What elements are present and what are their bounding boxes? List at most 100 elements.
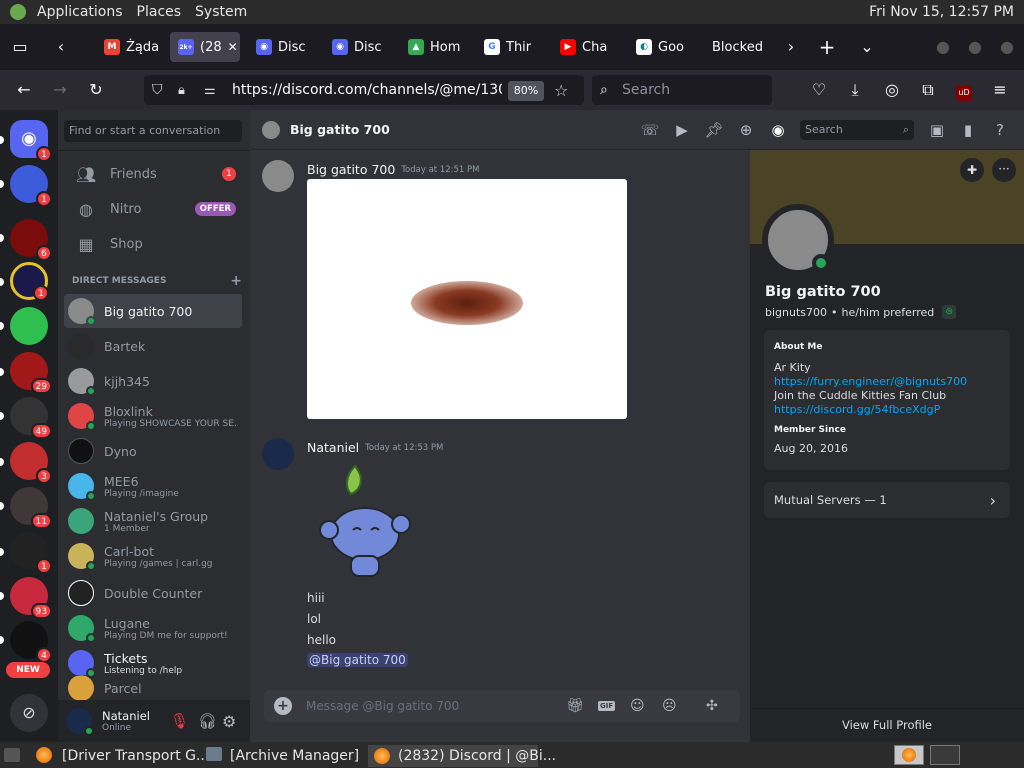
dm-item[interactable]: Dyno — [64, 434, 242, 468]
pocket-icon[interactable]: ♡ — [808, 79, 830, 101]
add-friend-icon[interactable]: ✚ — [960, 158, 984, 182]
taskbar-item-active[interactable]: (2832) Discord | @Bi... — [368, 745, 556, 767]
server-icon[interactable]: 93 — [10, 577, 52, 619]
back-icon[interactable]: ← — [13, 79, 35, 101]
more-options-icon[interactable]: ··· — [992, 158, 1016, 182]
dm-item[interactable]: Big gatito 700 — [64, 294, 242, 328]
firefox-launcher-icon[interactable] — [36, 747, 52, 763]
tab-youtube[interactable]: ▶ Cha — [560, 32, 610, 62]
user-avatar[interactable] — [66, 708, 94, 736]
voice-call-icon[interactable]: ☏ — [640, 120, 660, 140]
mutual-servers-button[interactable]: Mutual Servers — 1 › — [764, 482, 1010, 518]
url-text[interactable]: https://discord.com/channels/@me/13070 — [232, 82, 502, 98]
window-close-icon[interactable]: ● — [996, 36, 1018, 58]
applications-menu[interactable]: Applications — [30, 0, 130, 24]
dm-item[interactable]: Double Counter — [64, 576, 242, 610]
server-icon[interactable]: 1 — [10, 532, 52, 574]
places-menu[interactable]: Places — [130, 0, 189, 24]
dm-item[interactable]: MEE6 Playing /imagine — [64, 469, 242, 503]
permissions-icon[interactable]: ⚌ — [204, 83, 216, 98]
add-friends-to-dm-icon[interactable]: ⊕ — [736, 120, 756, 140]
server-icon[interactable]: 4 — [10, 621, 52, 663]
help-icon[interactable]: ? — [990, 120, 1010, 140]
about-me-link[interactable]: https://furry.engineer/@bignuts700 — [774, 375, 1000, 388]
message-input[interactable]: Message @Big gatito 700 — [306, 699, 556, 713]
nav-shop[interactable]: ▦ Shop — [64, 227, 242, 261]
about-me-link[interactable]: https://discord.gg/54fbceXdgP — [774, 403, 1000, 416]
extensions-icon[interactable]: ⧉ — [917, 79, 939, 101]
profile-avatar[interactable] — [762, 204, 834, 276]
create-dm-icon[interactable]: + — [230, 273, 242, 289]
tab-discord-active[interactable]: 2k+ (28 ✕ — [170, 32, 240, 62]
inbox-icon[interactable]: ▣ — [927, 120, 947, 140]
tab-blocked[interactable]: Blocked — [712, 32, 776, 62]
server-icon[interactable]: 11 — [10, 487, 52, 529]
app-menu-icon[interactable] — [10, 4, 26, 20]
headphones-icon[interactable]: 🎧︎ — [198, 712, 217, 730]
window-minimize-icon[interactable]: ● — [932, 36, 954, 58]
find-conversation-input[interactable]: Find or start a conversation — [64, 120, 242, 142]
nav-nitro[interactable]: ◍ Nitro OFFER — [64, 192, 242, 226]
workspace-switcher[interactable] — [894, 745, 924, 765]
system-menu[interactable]: System — [188, 0, 254, 24]
user-mention[interactable]: @Big gatito 700 — [307, 653, 408, 667]
reload-icon[interactable]: ↻ — [85, 79, 107, 101]
forward-icon[interactable]: → — [49, 79, 71, 101]
view-full-profile-link[interactable]: View Full Profile — [750, 718, 1024, 732]
tab-close-icon[interactable]: ✕ — [228, 40, 238, 54]
server-icon[interactable]: 1 — [10, 262, 49, 301]
list-tabs-icon[interactable]: ⌄ — [856, 36, 878, 58]
message-image-attachment[interactable] — [307, 179, 627, 419]
url-bar[interactable]: ⛉ 🔒︎ ⚌ https://discord.com/channels/@me/… — [144, 75, 584, 105]
bookmark-icon[interactable]: ▮ — [958, 120, 978, 140]
taskbar-item[interactable]: [Archive Manager] — [230, 745, 359, 767]
server-icon[interactable]: 29 — [10, 352, 52, 394]
message-author-avatar[interactable] — [262, 160, 294, 192]
lock-icon[interactable]: 🔒︎ — [178, 83, 185, 98]
pinned-messages-icon[interactable]: 📌︎ — [704, 120, 724, 140]
nav-friends[interactable]: 👥︎ Friends 1 — [64, 157, 242, 191]
user-profile-toggle-icon[interactable]: ◉ — [768, 120, 788, 140]
server-icon[interactable] — [10, 307, 48, 345]
menu-hamburger-icon[interactable]: ≡ — [989, 79, 1011, 101]
new-servers-badge[interactable]: NEW — [6, 662, 50, 678]
discover-servers-icon[interactable]: ⊘ — [10, 694, 48, 732]
tab-discord-2[interactable]: ◉ Disc — [256, 32, 306, 62]
message-author[interactable]: Nataniel — [307, 440, 359, 455]
tab-gmail[interactable]: M Żąda — [104, 32, 162, 62]
tab-discord-3[interactable]: ◉ Disc — [332, 32, 382, 62]
message-author[interactable]: Big gatito 700 — [307, 162, 395, 177]
tab-google-meet[interactable]: ◐ Goo — [636, 32, 688, 62]
browser-search-input[interactable]: ⌕ Search — [592, 75, 772, 105]
server-icon[interactable]: 6 — [10, 219, 52, 261]
user-settings-gear-icon[interactable]: ⚙ — [222, 712, 236, 731]
gift-icon[interactable]: 🎁︎ — [566, 698, 584, 714]
discord-home-icon[interactable]: ◉ 1 — [10, 120, 52, 162]
tab-scroll-right-icon[interactable]: › — [780, 36, 802, 58]
server-icon[interactable]: 3 — [10, 442, 52, 484]
workspace-switcher[interactable] — [930, 745, 960, 765]
chat-title[interactable]: Big gatito 700 — [290, 122, 390, 137]
account-icon[interactable]: ◎ — [881, 79, 903, 101]
zoom-level[interactable]: 80% — [508, 81, 544, 101]
dm-item[interactable]: kjjh345 — [64, 364, 242, 398]
dm-item[interactable]: Bloxlink Playing SHOWCASE YOUR SE... — [64, 399, 242, 433]
tab-overview-icon[interactable]: ▭ — [9, 36, 31, 58]
dm-item[interactable]: Lugane Playing DM me for support! — [64, 611, 242, 645]
tab-google[interactable]: G Thir — [484, 32, 534, 62]
upload-plus-icon[interactable]: + — [274, 697, 292, 715]
tab-google-drive[interactable]: ▲ Hom — [408, 32, 460, 62]
dm-item[interactable]: Tickets Listening to /help — [64, 646, 242, 680]
tab-scroll-left-icon[interactable]: ‹ — [50, 36, 72, 58]
server-icon[interactable]: 1 — [10, 165, 52, 207]
clock[interactable]: Fri Nov 15, 12:57 PM — [869, 0, 1014, 24]
ublock-icon[interactable]: uD — [953, 79, 975, 101]
window-maximize-icon[interactable]: ● — [964, 36, 986, 58]
bookmark-star-icon[interactable]: ☆ — [554, 81, 568, 100]
chat-search-input[interactable]: Search ⌕ — [800, 120, 914, 140]
dm-item[interactable]: Bartek — [64, 329, 242, 363]
dm-item[interactable]: Parcel — [64, 676, 242, 700]
new-tab-icon[interactable]: + — [816, 36, 838, 58]
shield-icon[interactable]: ⛉ — [152, 82, 163, 98]
downloads-icon[interactable]: ⤓ — [844, 79, 866, 101]
